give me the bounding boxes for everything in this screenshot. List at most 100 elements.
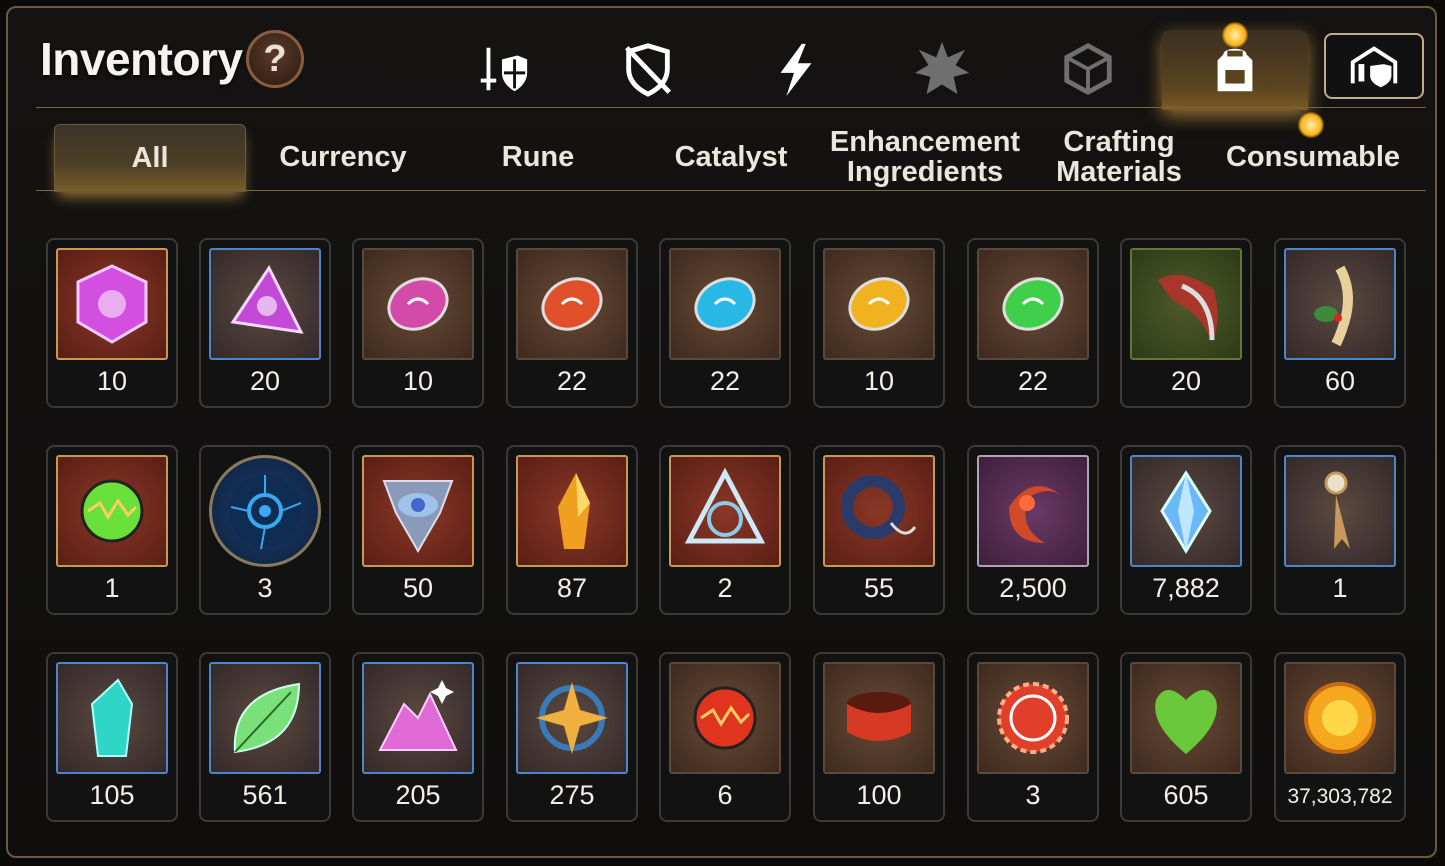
inventory-item[interactable]: 6 [659,652,791,822]
navy-amulet-icon [841,475,917,539]
crescent-flower-icon [1009,486,1063,543]
item-thumbnail [516,662,628,774]
item-quantity: 10 [863,366,895,396]
item-quantity: 10 [402,366,434,396]
castle-shield-icon [1350,46,1398,88]
item-thumbnail [1284,662,1396,774]
inventory-item[interactable]: 2,500 [967,445,1099,615]
inventory-item[interactable]: 87 [506,445,638,615]
item-thumbnail [977,248,1089,360]
item-quantity: 561 [242,780,288,810]
inventory-item[interactable]: 7,882 [1120,445,1252,615]
inventory-item[interactable]: 50 [352,445,484,615]
blue-diamond-icon [1160,470,1212,554]
inventory-item[interactable]: 2 [659,445,791,615]
lava-orb-icon [693,686,757,750]
red-claw-icon [1158,274,1218,342]
inventory-item[interactable]: 3 [967,652,1099,822]
item-quantity: 2,500 [999,573,1067,603]
inventory-item[interactable]: 1 [46,445,178,615]
inventory-item[interactable]: 10 [352,238,484,408]
subtab-crafting-materials[interactable]: Crafting Materials [1024,124,1214,190]
tab-spirits[interactable] [894,30,990,108]
subtab-enhancement-ingredients[interactable]: Enhancement Ingredients [830,124,1020,190]
inventory-item[interactable]: 60 [1274,238,1406,408]
item-thumbnail [823,455,935,567]
spiked-emblem-icon [914,41,970,95]
red-seal-icon [997,682,1069,754]
purple-hexagon-gem-icon [76,264,148,344]
subtab-catalyst[interactable]: Catalyst [636,124,826,190]
inventory-item[interactable]: 3 [199,445,331,615]
item-quantity: 37,303,782 [1287,785,1393,808]
item-thumbnail [823,248,935,360]
tab-unequipped[interactable] [600,30,696,108]
subtab-all[interactable]: All [54,124,246,192]
item-quantity: 205 [395,780,441,810]
item-quantity: 2 [717,573,733,603]
gold-sun-coin-icon [1304,682,1376,754]
item-quantity: 105 [89,780,135,810]
inventory-item[interactable]: 1 [1274,445,1406,615]
teal-crystal-icon [90,678,134,757]
item-quantity: 22 [556,366,588,396]
item-thumbnail [1284,455,1396,567]
item-thumbnail [1130,248,1242,360]
backpack-icon [1217,48,1253,92]
red-rune-stone-icon [541,277,603,331]
tab-boxes[interactable] [1040,30,1136,108]
inventory-item[interactable]: 561 [199,652,331,822]
cube-icon [1064,43,1112,95]
inventory-item[interactable]: 22 [659,238,791,408]
ginseng-root-icon [1314,265,1353,347]
item-thumbnail [209,662,321,774]
inventory-item[interactable]: 105 [46,652,178,822]
green-rune-stone-icon [1002,277,1064,331]
inventory-item[interactable]: 22 [506,238,638,408]
item-thumbnail [1130,455,1242,567]
tab-skills[interactable] [748,30,844,108]
yellow-rune-stone-icon [848,277,910,331]
item-quantity: 1 [104,573,120,603]
inventory-item[interactable]: 37,303,782 [1274,652,1406,822]
inventory-item[interactable]: 605 [1120,652,1252,822]
inventory-item[interactable]: 275 [506,652,638,822]
red-bracelet-icon [847,692,911,741]
inventory-item[interactable]: 22 [967,238,1099,408]
question-mark-icon: ? [263,37,287,80]
inventory-item[interactable]: 55 [813,445,945,615]
item-thumbnail [56,455,168,567]
item-thumbnail [669,455,781,567]
notification-dot [1298,112,1324,138]
item-thumbnail [209,455,321,567]
inventory-item[interactable]: 205 [352,652,484,822]
item-quantity: 20 [1170,366,1202,396]
lightning-icon [780,43,812,97]
item-thumbnail [56,248,168,360]
inventory-item[interactable]: 20 [199,238,331,408]
item-quantity: 605 [1163,780,1209,810]
page-title: Inventory [40,33,243,85]
purple-oval-gem-icon [387,277,449,331]
green-leaf-icon [233,682,301,754]
crossed-shield-icon [624,43,672,97]
inventory-item[interactable]: 10 [46,238,178,408]
inventory-item[interactable]: 20 [1120,238,1252,408]
item-thumbnail [823,662,935,774]
castle-button[interactable] [1324,33,1424,99]
help-button[interactable]: ? [246,30,304,88]
subtab-rune[interactable]: Rune [443,124,633,190]
item-quantity: 3 [257,573,273,603]
item-quantity: 100 [856,780,902,810]
item-quantity: 3 [1025,780,1041,810]
item-quantity: 7,882 [1152,573,1220,603]
item-thumbnail [516,248,628,360]
tab-equipment[interactable] [454,30,550,108]
notification-dot [1222,22,1248,48]
item-thumbnail [362,662,474,774]
inventory-item[interactable]: 10 [813,238,945,408]
subtab-currency[interactable]: Currency [248,124,438,190]
crystal-triquetra-icon [684,467,766,544]
item-thumbnail [977,455,1089,567]
inventory-item[interactable]: 100 [813,652,945,822]
